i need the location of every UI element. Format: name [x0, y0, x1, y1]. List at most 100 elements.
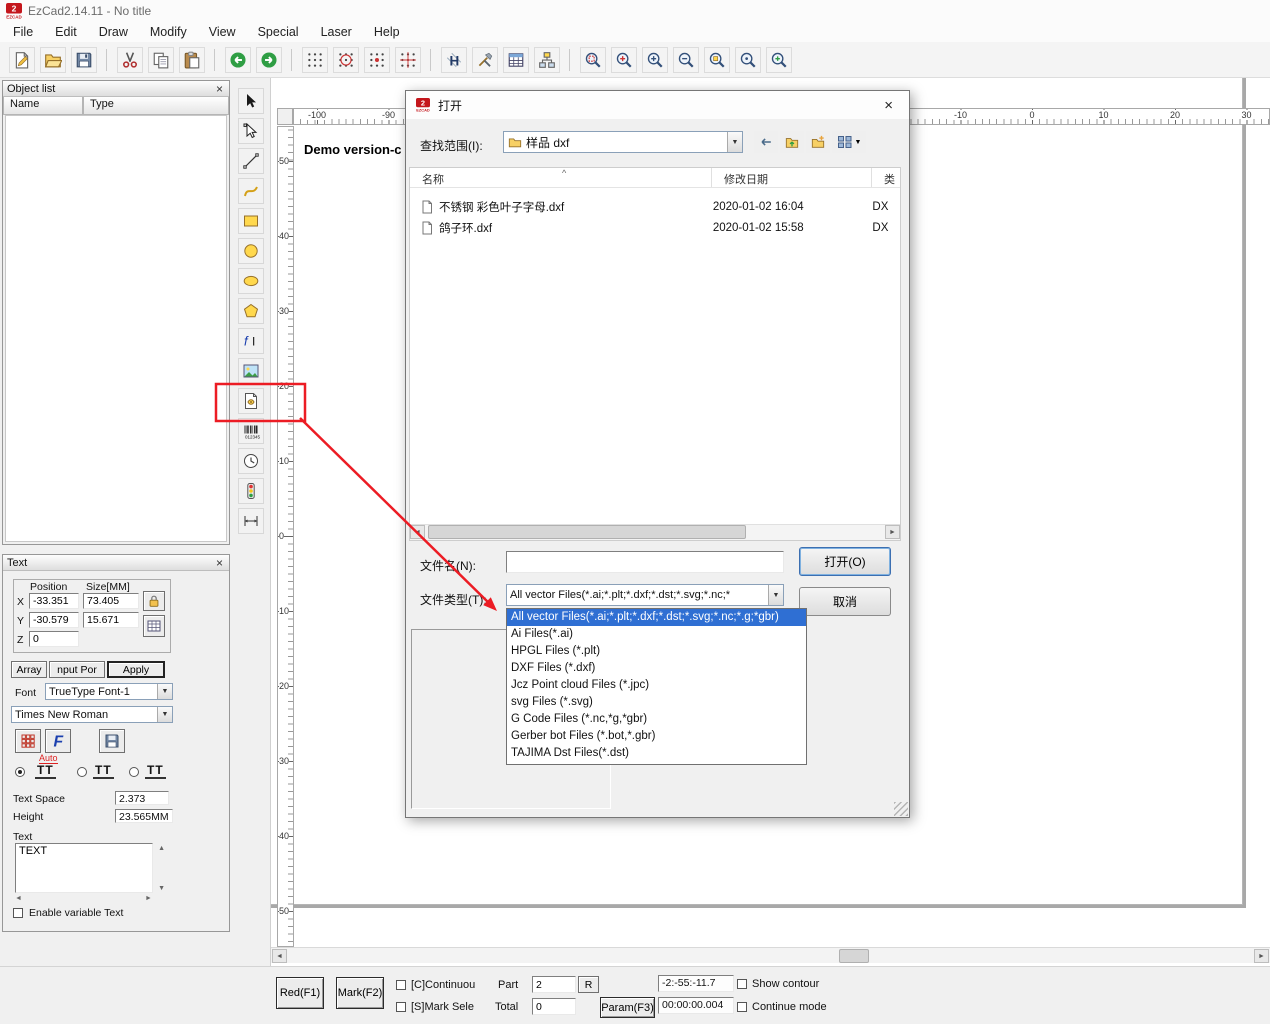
file-type-option[interactable]: Jcz Point cloud Files (*.jpc) — [507, 677, 806, 694]
menu-item[interactable]: Edit — [44, 23, 88, 41]
text-tool-button[interactable]: fI — [238, 328, 264, 354]
ellipse-tool-button[interactable] — [238, 268, 264, 294]
text-panel-close-icon[interactable]: × — [214, 558, 225, 568]
polygon-tool-button[interactable] — [238, 298, 264, 324]
open-file-button[interactable] — [40, 47, 66, 73]
node-edit-tool-button[interactable] — [238, 118, 264, 144]
array-button[interactable]: Array — [11, 661, 47, 678]
file-row[interactable]: 不锈钢 彩色叶子字母.dxf 2020-01-02 16:04 DX — [410, 196, 900, 217]
object-structure-button[interactable] — [534, 47, 560, 73]
apply-button[interactable]: Apply — [107, 661, 165, 678]
redo-button[interactable] — [256, 47, 282, 73]
barcode-tool-button[interactable]: 012345 — [238, 418, 264, 444]
cut-button[interactable] — [117, 47, 143, 73]
menu-item[interactable]: View — [198, 23, 247, 41]
file-type-option[interactable]: Ai Files(*.ai) — [507, 626, 806, 643]
chevron-down-icon[interactable]: ▼ — [768, 585, 783, 605]
mark-f2-button[interactable]: Mark(F2) — [336, 977, 384, 1009]
red-f1-button[interactable]: Red(F1) — [276, 977, 324, 1009]
text-content-textarea[interactable]: TEXT — [15, 843, 153, 893]
column-header-date[interactable]: 修改日期 — [712, 168, 872, 187]
open-button[interactable]: 打开(O) — [799, 547, 891, 576]
input-port-button[interactable]: nput Por — [49, 661, 105, 678]
paste-button[interactable] — [179, 47, 205, 73]
delay-tool-button[interactable] — [238, 448, 264, 474]
dialog-close-icon[interactable]: × — [878, 97, 899, 114]
column-header-type[interactable]: 类 — [872, 168, 900, 187]
file-name-input[interactable] — [506, 551, 784, 573]
file-type-option[interactable]: All vector Files(*.ai;*.plt;*.dxf;*.dst;… — [507, 609, 806, 626]
file-row[interactable]: 鸽子环.dxf 2020-01-02 15:58 DX — [410, 217, 900, 238]
mark-dots-circle-button[interactable] — [333, 47, 359, 73]
canvas-horizontal-scrollbar[interactable]: ◄ ► — [271, 947, 1270, 963]
scrollbar-thumb[interactable] — [839, 949, 869, 963]
scroll-left-icon[interactable]: ◄ — [410, 525, 425, 539]
zoom-dynamic-button[interactable] — [611, 47, 637, 73]
rectangle-tool-button[interactable] — [238, 208, 264, 234]
mark-parameter-button[interactable] — [503, 47, 529, 73]
new-file-button[interactable] — [9, 47, 35, 73]
file-type-option[interactable]: DXF Files (*.dxf) — [507, 660, 806, 677]
views-menu-button[interactable]: ▼ — [832, 131, 866, 153]
file-list-scrollbar[interactable]: ◄ ► — [410, 524, 900, 540]
mark-selected-checkbox[interactable] — [396, 1002, 406, 1012]
y-position-field[interactable] — [29, 612, 79, 628]
zoom-in-button[interactable] — [642, 47, 668, 73]
enable-variable-text-checkbox[interactable] — [13, 908, 23, 918]
file-type-option[interactable]: TAJIMA Dst Files(*.dst) — [507, 745, 806, 762]
back-button[interactable] — [754, 131, 778, 153]
object-list-body[interactable] — [5, 115, 227, 542]
file-type-option[interactable]: Gerber bot Files (*.bot,*.gbr) — [507, 728, 806, 745]
x-size-field[interactable] — [83, 593, 139, 609]
copy-button[interactable] — [148, 47, 174, 73]
scrollbar-thumb[interactable] — [428, 525, 746, 539]
continue-mode-checkbox[interactable] — [737, 1002, 747, 1012]
zoom-center-button[interactable] — [735, 47, 761, 73]
file-type-option[interactable]: svg Files (*.svg) — [507, 694, 806, 711]
scroll-right-icon[interactable]: ► — [145, 895, 152, 902]
menu-item[interactable]: Draw — [88, 23, 139, 41]
show-contour-checkbox[interactable] — [737, 979, 747, 989]
z-position-field[interactable] — [29, 631, 79, 647]
char-grid-button[interactable] — [15, 729, 41, 753]
font-type-combobox[interactable]: TrueType Font-1 ▼ — [45, 683, 173, 700]
scroll-up-icon[interactable]: ▲ — [158, 845, 165, 852]
undo-button[interactable] — [225, 47, 251, 73]
mark-dots-center-button[interactable] — [364, 47, 390, 73]
menu-item[interactable]: Help — [363, 23, 411, 41]
save-button[interactable] — [71, 47, 97, 73]
total-count-field[interactable] — [532, 998, 576, 1015]
column-header-filename[interactable]: 名称 — [410, 168, 712, 187]
zoom-out-button[interactable] — [673, 47, 699, 73]
zoom-object-button[interactable] — [704, 47, 730, 73]
curve-tool-button[interactable] — [238, 178, 264, 204]
x-position-field[interactable] — [29, 593, 79, 609]
param-f3-button[interactable]: Param(F3) — [600, 997, 655, 1018]
scroll-down-icon[interactable]: ▼ — [158, 885, 165, 892]
file-type-option[interactable]: G Code Files (*.nc,*g,*gbr) — [507, 711, 806, 728]
vector-file-tool-button[interactable] — [238, 388, 264, 414]
menu-item[interactable]: Special — [247, 23, 310, 41]
height-field[interactable]: 23.565MM — [115, 809, 173, 823]
chevron-down-icon[interactable]: ▼ — [157, 707, 172, 722]
continuous-checkbox[interactable] — [396, 980, 406, 990]
tool-settings-button[interactable] — [472, 47, 498, 73]
hatch-button[interactable]: H — [441, 47, 467, 73]
input-output-tool-button[interactable] — [238, 478, 264, 504]
select-tool-button[interactable] — [238, 88, 264, 114]
menu-item[interactable]: File — [2, 23, 44, 41]
reset-count-button[interactable]: R — [578, 976, 599, 993]
char-width-radio-2[interactable] — [77, 767, 87, 777]
y-size-field[interactable] — [83, 612, 139, 628]
column-header-type[interactable]: Type — [83, 97, 229, 115]
mark-dots-cross-button[interactable] — [395, 47, 421, 73]
chevron-down-icon[interactable]: ▼ — [727, 132, 742, 152]
line-tool-button[interactable] — [238, 148, 264, 174]
scroll-left-icon[interactable]: ◄ — [15, 895, 22, 902]
zoom-all-button[interactable] — [766, 47, 792, 73]
look-in-combobox[interactable]: 样品 dxf ▼ — [503, 131, 743, 153]
object-list-close-icon[interactable]: × — [214, 84, 225, 94]
menu-item[interactable]: Laser — [310, 23, 363, 41]
up-one-level-button[interactable] — [780, 131, 804, 153]
dimension-tool-button[interactable] — [238, 508, 264, 534]
